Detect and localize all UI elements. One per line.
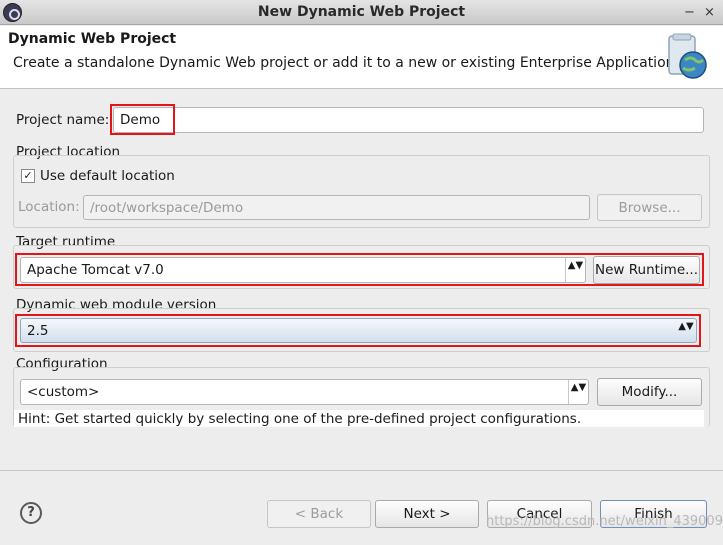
- footer-divider: [0, 470, 723, 471]
- close-icon[interactable]: ×: [704, 4, 715, 21]
- back-button[interactable]: < Back: [267, 500, 371, 528]
- wizard-title: Dynamic Web Project: [8, 31, 177, 47]
- location-input[interactable]: /root/workspace/Demo: [83, 195, 590, 220]
- configuration-value: <custom>: [27, 384, 100, 400]
- watermark-text: https://blog.csdn.net/weixin_43900992: [486, 514, 723, 529]
- modify-button[interactable]: Modify...: [597, 378, 702, 406]
- chevron-updown-icon: ▲▼: [678, 321, 694, 332]
- project-name-input[interactable]: Demo: [113, 107, 704, 133]
- use-default-location-checkbox[interactable]: ✓: [21, 169, 35, 183]
- target-runtime-value: Apache Tomcat v7.0: [27, 262, 164, 278]
- help-icon[interactable]: ?: [20, 502, 42, 524]
- new-runtime-button[interactable]: New Runtime...: [593, 256, 700, 284]
- chevron-updown-icon: ▲▼: [565, 258, 585, 282]
- wizard-description: Create a standalone Dynamic Web project …: [13, 55, 679, 71]
- configuration-hint-box: Hint: Get started quickly by selecting o…: [14, 410, 704, 427]
- chevron-updown-icon: ▲▼: [568, 380, 588, 404]
- configuration-combo[interactable]: <custom> ▲▼: [20, 379, 589, 405]
- wizard-header: Dynamic Web Project Create a standalone …: [0, 26, 723, 89]
- web-project-globe-icon: [668, 33, 707, 79]
- module-version-value: 2.5: [27, 323, 49, 339]
- target-runtime-combo[interactable]: Apache Tomcat v7.0 ▲▼: [20, 257, 586, 283]
- project-name-label: Project name:: [16, 112, 110, 128]
- module-version-combo[interactable]: 2.5 ▲▼: [20, 318, 697, 343]
- configuration-hint: Hint: Get started quickly by selecting o…: [18, 411, 582, 427]
- next-button[interactable]: Next >: [375, 500, 479, 528]
- title-bar: New Dynamic Web Project − ×: [0, 0, 723, 25]
- location-label: Location:: [18, 199, 80, 215]
- use-default-location-label: Use default location: [40, 168, 175, 184]
- window-title: New Dynamic Web Project: [257, 4, 466, 20]
- browse-button[interactable]: Browse...: [597, 194, 702, 221]
- minimize-icon[interactable]: −: [684, 4, 695, 21]
